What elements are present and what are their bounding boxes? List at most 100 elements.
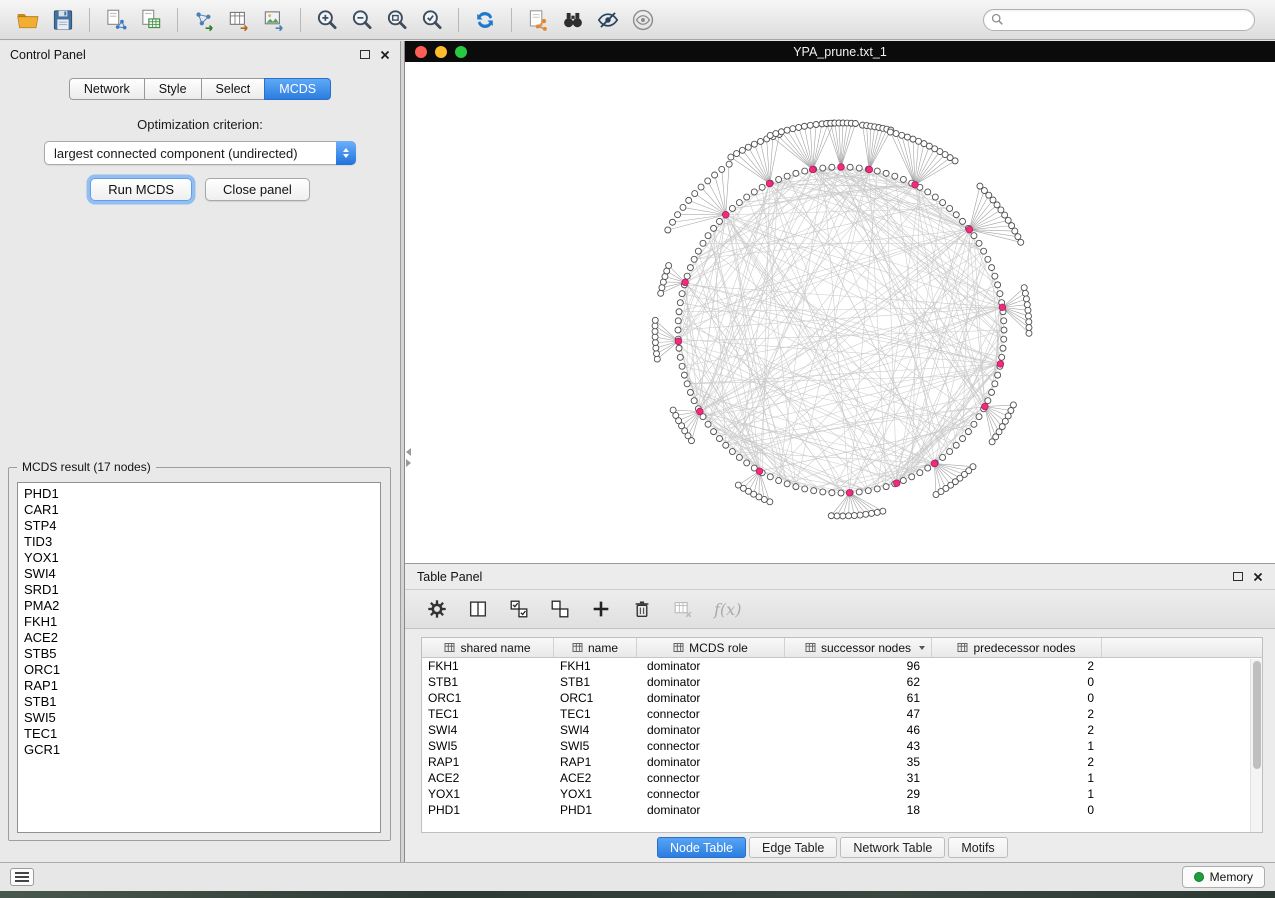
- table-cell[interactable]: 0: [932, 803, 1102, 817]
- table-cell[interactable]: connector: [637, 771, 785, 785]
- table-cell[interactable]: 29: [785, 787, 932, 801]
- table-cell[interactable]: ORC1: [422, 691, 554, 705]
- tab-style[interactable]: Style: [144, 78, 202, 100]
- table-tab-node-table[interactable]: Node Table: [657, 837, 746, 858]
- table-cell[interactable]: 31: [785, 771, 932, 785]
- zoom-out-button[interactable]: [346, 5, 378, 35]
- optimization-criterion-select[interactable]: largest connected component (undirected): [44, 141, 356, 165]
- scrollbar-thumb[interactable]: [1253, 661, 1261, 769]
- table-scrollbar[interactable]: [1250, 659, 1262, 832]
- table-cell[interactable]: dominator: [637, 755, 785, 769]
- table-cell[interactable]: YOX1: [554, 787, 637, 801]
- table-tab-edge-table[interactable]: Edge Table: [749, 837, 837, 858]
- memory-button[interactable]: Memory: [1182, 866, 1265, 888]
- float-panel-icon[interactable]: [1233, 572, 1243, 581]
- table-cell[interactable]: 47: [785, 707, 932, 721]
- mcds-result-item[interactable]: STB1: [18, 694, 380, 710]
- table-cell[interactable]: 1: [932, 787, 1102, 801]
- mcds-result-item[interactable]: TID3: [18, 534, 380, 550]
- table-cell[interactable]: connector: [637, 787, 785, 801]
- find-button[interactable]: [557, 5, 589, 35]
- table-row[interactable]: PHD1PHD1dominator180: [422, 802, 1262, 818]
- table-cell[interactable]: PHD1: [554, 803, 637, 817]
- export-network-button[interactable]: [188, 5, 220, 35]
- table-cell[interactable]: TEC1: [554, 707, 637, 721]
- table-cell[interactable]: 35: [785, 755, 932, 769]
- mcds-result-item[interactable]: SWI5: [18, 710, 380, 726]
- minimize-window-icon[interactable]: [435, 46, 447, 58]
- table-cell[interactable]: connector: [637, 739, 785, 753]
- mcds-result-item[interactable]: RAP1: [18, 678, 380, 694]
- table-cell[interactable]: PHD1: [422, 803, 554, 817]
- table-cell[interactable]: FKH1: [422, 659, 554, 673]
- table-cell[interactable]: dominator: [637, 723, 785, 737]
- table-row[interactable]: FKH1FKH1dominator962: [422, 658, 1262, 674]
- table-cell[interactable]: 61: [785, 691, 932, 705]
- tab-select[interactable]: Select: [201, 78, 266, 100]
- delete-table-button[interactable]: [669, 595, 697, 623]
- mcds-result-list[interactable]: PHD1CAR1STP4TID3YOX1SWI4SRD1PMA2FKH1ACE2…: [17, 482, 381, 833]
- table-cell[interactable]: 0: [932, 691, 1102, 705]
- table-tab-motifs[interactable]: Motifs: [948, 837, 1007, 858]
- deselect-all-button[interactable]: [546, 595, 574, 623]
- save-button[interactable]: [47, 5, 79, 35]
- mcds-result-item[interactable]: ACE2: [18, 630, 380, 646]
- table-cell[interactable]: ACE2: [422, 771, 554, 785]
- table-row[interactable]: YOX1YOX1connector291: [422, 786, 1262, 802]
- table-cell[interactable]: SWI4: [422, 723, 554, 737]
- table-cell[interactable]: 2: [932, 659, 1102, 673]
- share-document-button[interactable]: [522, 5, 554, 35]
- column-header-predecessor-nodes[interactable]: predecessor nodes: [932, 638, 1102, 657]
- run-mcds-button[interactable]: Run MCDS: [90, 178, 192, 201]
- table-cell[interactable]: connector: [637, 707, 785, 721]
- mcds-result-item[interactable]: SWI4: [18, 566, 380, 582]
- mcds-result-item[interactable]: FKH1: [18, 614, 380, 630]
- table-cell[interactable]: FKH1: [554, 659, 637, 673]
- mcds-result-item[interactable]: STP4: [18, 518, 380, 534]
- table-cell[interactable]: dominator: [637, 803, 785, 817]
- table-cell[interactable]: dominator: [637, 675, 785, 689]
- table-row[interactable]: ACE2ACE2connector311: [422, 770, 1262, 786]
- table-row[interactable]: RAP1RAP1dominator352: [422, 754, 1262, 770]
- table-settings-button[interactable]: [423, 595, 451, 623]
- task-list-button[interactable]: [10, 868, 34, 886]
- column-header-shared-name[interactable]: shared name: [422, 638, 554, 657]
- table-cell[interactable]: RAP1: [554, 755, 637, 769]
- table-cell[interactable]: STB1: [554, 675, 637, 689]
- delete-column-button[interactable]: [628, 595, 656, 623]
- mcds-result-item[interactable]: CAR1: [18, 502, 380, 518]
- table-cell[interactable]: 1: [932, 771, 1102, 785]
- table-cell[interactable]: 46: [785, 723, 932, 737]
- table-cell[interactable]: dominator: [637, 691, 785, 705]
- table-cell[interactable]: ORC1: [554, 691, 637, 705]
- table-tab-network-table[interactable]: Network Table: [840, 837, 945, 858]
- refresh-button[interactable]: [469, 5, 501, 35]
- function-builder-button[interactable]: f(x): [710, 600, 741, 619]
- select-all-button[interactable]: [505, 595, 533, 623]
- show-columns-button[interactable]: [464, 595, 492, 623]
- mcds-result-item[interactable]: YOX1: [18, 550, 380, 566]
- mcds-result-item[interactable]: ORC1: [18, 662, 380, 678]
- column-header-MCDS-role[interactable]: MCDS role: [637, 638, 785, 657]
- hide-button[interactable]: [592, 5, 624, 35]
- mcds-result-item[interactable]: SRD1: [18, 582, 380, 598]
- table-row[interactable]: TEC1TEC1connector472: [422, 706, 1262, 722]
- table-cell[interactable]: 96: [785, 659, 932, 673]
- close-window-icon[interactable]: [415, 46, 427, 58]
- show-button[interactable]: [627, 5, 659, 35]
- table-cell[interactable]: ACE2: [554, 771, 637, 785]
- zoom-selected-button[interactable]: [416, 5, 448, 35]
- export-image-button[interactable]: [258, 5, 290, 35]
- table-cell[interactable]: 2: [932, 707, 1102, 721]
- table-cell[interactable]: STB1: [422, 675, 554, 689]
- table-cell[interactable]: RAP1: [422, 755, 554, 769]
- mcds-result-item[interactable]: PHD1: [18, 486, 380, 502]
- add-column-button[interactable]: [587, 595, 615, 623]
- table-cell[interactable]: dominator: [637, 659, 785, 673]
- table-cell[interactable]: 18: [785, 803, 932, 817]
- table-cell[interactable]: TEC1: [422, 707, 554, 721]
- mcds-result-item[interactable]: TEC1: [18, 726, 380, 742]
- table-cell[interactable]: 2: [932, 723, 1102, 737]
- table-cell[interactable]: SWI5: [422, 739, 554, 753]
- mcds-result-item[interactable]: PMA2: [18, 598, 380, 614]
